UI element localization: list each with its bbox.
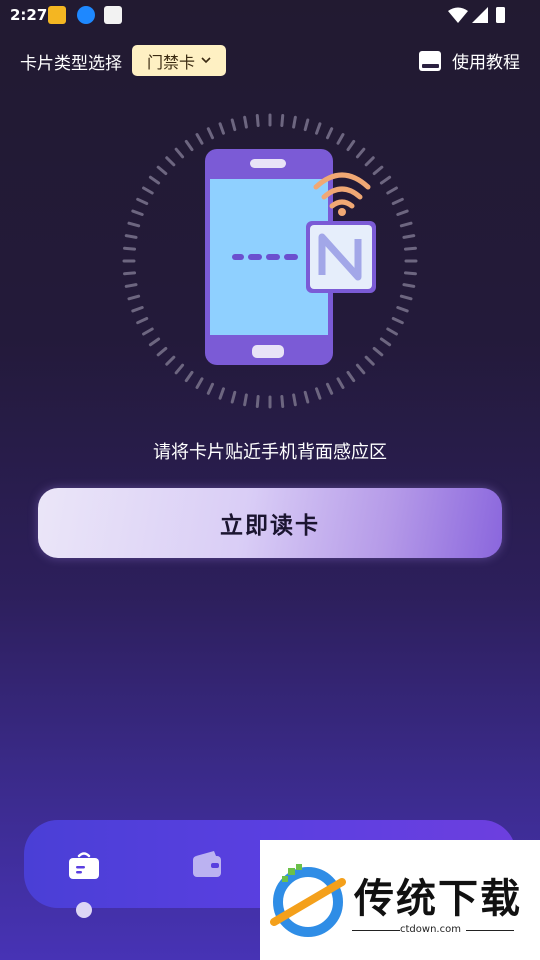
ring-tick	[346, 370, 356, 383]
read-hint: 请将卡片贴近手机背面感应区	[153, 442, 387, 463]
chevron-down-icon	[201, 57, 211, 64]
ring-tick	[243, 115, 248, 129]
card-type-value: 门禁卡	[146, 52, 195, 72]
ring-tick	[292, 115, 297, 129]
ring-tick	[399, 221, 413, 228]
ring-tick	[325, 127, 334, 140]
tutorial-label: 使用教程	[452, 53, 520, 73]
system-status-icons	[448, 7, 505, 23]
ring-tick	[386, 327, 398, 336]
ring-tick	[372, 165, 384, 176]
ring-tick	[230, 118, 237, 132]
download-icon	[77, 6, 95, 24]
ring-tick	[156, 165, 168, 176]
ring-tick	[255, 394, 260, 408]
ring-tick	[379, 175, 392, 185]
ring-tick	[124, 283, 138, 288]
ring-tick	[355, 147, 366, 159]
tutorial-button[interactable]: 使用教程	[418, 48, 520, 73]
ring-tick	[127, 221, 141, 228]
watermark-title: 传统下载	[354, 876, 522, 922]
wallet-icon[interactable]	[192, 850, 222, 878]
ring-tick	[303, 390, 310, 404]
nfc-illustration	[122, 113, 418, 409]
watermark-url: ctdown.com	[400, 924, 461, 935]
ring-tick	[156, 346, 168, 357]
watermark-logo	[270, 864, 346, 937]
ring-tick	[195, 377, 204, 389]
ring-tick	[402, 283, 416, 288]
nav-indicator	[76, 902, 92, 918]
card-type-label: 卡片类型选择	[20, 54, 122, 74]
signal-icon	[472, 7, 488, 23]
ring-tick	[364, 355, 375, 366]
ring-tick	[403, 246, 417, 251]
status-bar: 2:27	[0, 0, 540, 30]
ring-tick	[336, 133, 345, 145]
app-notification-icon	[48, 6, 66, 24]
ring-tick	[148, 175, 161, 185]
ring-tick	[364, 156, 375, 167]
ring-tick	[372, 346, 384, 357]
ring-tick	[136, 197, 149, 206]
ring-tick	[399, 294, 413, 301]
watermark: 传统下载 ctdown.com	[260, 840, 540, 960]
divider	[466, 930, 514, 931]
ring-tick	[379, 337, 392, 347]
app-notification-icon	[104, 6, 122, 24]
ring-tick	[315, 122, 322, 135]
ring-tick	[184, 139, 194, 152]
ring-tick	[195, 133, 204, 145]
card-type-dropdown[interactable]: 门禁卡	[132, 45, 226, 76]
ring-tick	[386, 186, 398, 195]
wifi-icon	[448, 7, 468, 23]
ring-tick	[255, 114, 260, 128]
ring-tick	[218, 122, 225, 135]
status-time: 2:27	[10, 6, 48, 24]
ring-tick	[123, 271, 137, 276]
ring-tick	[355, 363, 366, 375]
ring-tick	[230, 390, 237, 404]
ring-tick	[336, 377, 345, 389]
battery-icon	[496, 7, 505, 23]
ring-tick	[243, 393, 248, 407]
ring-tick	[292, 393, 297, 407]
ring-tick	[280, 114, 285, 128]
ring-tick	[165, 355, 176, 366]
ring-tick	[303, 118, 310, 132]
ring-tick	[218, 387, 225, 400]
ring-tick	[136, 316, 149, 325]
divider	[352, 930, 400, 931]
ring-tick	[391, 316, 404, 325]
ring-tick	[396, 209, 409, 216]
ring-tick	[142, 327, 154, 336]
ring-tick	[148, 337, 161, 347]
ring-tick	[206, 127, 215, 140]
ring-tick	[184, 370, 194, 383]
ring-tick	[123, 246, 137, 251]
card-reader-icon[interactable]	[68, 850, 100, 880]
book-icon	[419, 50, 441, 71]
ring-tick	[127, 294, 141, 301]
ring-tick	[391, 197, 404, 206]
ring-tick	[396, 306, 409, 313]
ring-tick	[325, 382, 334, 395]
read-card-button[interactable]: 立即读卡	[38, 488, 502, 558]
top-bar: 卡片类型选择 门禁卡 使用教程	[0, 42, 540, 78]
ring-tick	[403, 271, 417, 276]
nfc-icon	[306, 221, 376, 293]
ring-tick	[206, 382, 215, 395]
ring-tick	[131, 306, 144, 313]
ring-tick	[165, 156, 176, 167]
ring-tick	[402, 234, 416, 239]
ring-tick	[346, 139, 356, 152]
ring-tick	[174, 147, 185, 159]
ring-tick	[142, 186, 154, 195]
ring-tick	[280, 394, 285, 408]
ring-tick	[124, 234, 138, 239]
ring-tick	[131, 209, 144, 216]
ring-tick	[174, 363, 185, 375]
ring-tick	[315, 387, 322, 400]
